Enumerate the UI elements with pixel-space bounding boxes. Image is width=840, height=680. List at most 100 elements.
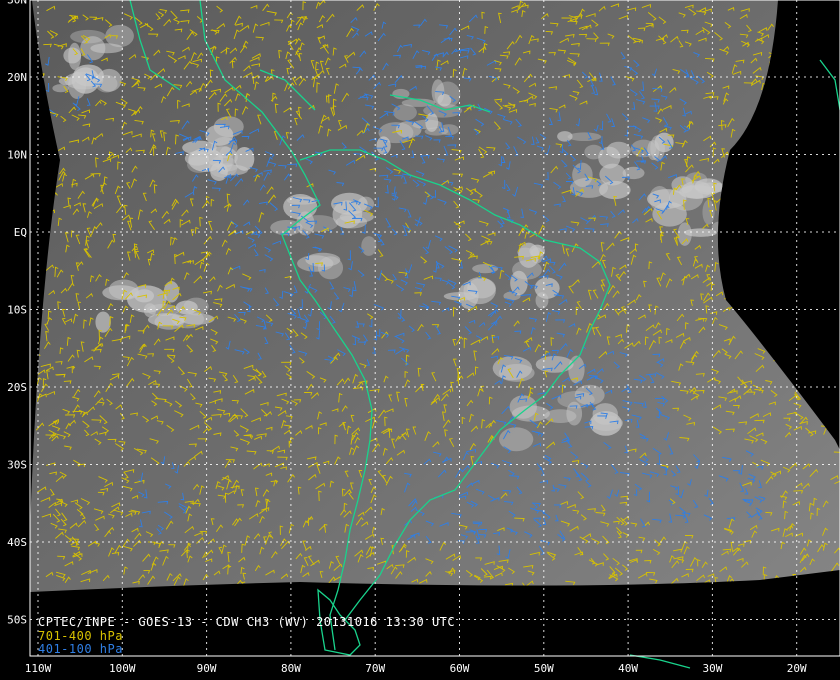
low-level-wind-barb <box>826 259 833 266</box>
low-level-wind-barb <box>786 350 796 358</box>
low-level-wind-barb <box>775 46 786 52</box>
low-level-wind-barb <box>823 86 831 95</box>
longitude-label: 60W <box>450 662 470 675</box>
low-level-wind-barb <box>739 177 744 185</box>
low-level-wind-barb <box>759 256 767 262</box>
low-level-wind-barb <box>40 257 47 262</box>
latitude-label: 40S <box>7 536 27 549</box>
low-level-wind-barb <box>47 192 52 203</box>
low-level-wind-barb <box>814 35 821 42</box>
low-level-wind-barb <box>800 173 804 181</box>
longitude-label: 30W <box>702 662 722 675</box>
latitude-label: 10N <box>7 149 27 162</box>
low-level-wind-barb <box>768 61 773 69</box>
low-level-wind-barb <box>43 200 51 205</box>
low-level-wind-barb <box>810 151 815 161</box>
low-level-wind-barb <box>38 254 43 262</box>
low-level-wind-barb <box>808 272 816 278</box>
low-level-wind-barb <box>39 197 45 205</box>
low-level-wind-barb <box>796 105 804 110</box>
cloud-patch <box>361 236 377 256</box>
low-level-wind-barb <box>795 217 805 224</box>
low-level-wind-barb <box>787 195 793 206</box>
low-level-wind-barb <box>787 121 795 129</box>
low-level-wind-barb <box>827 287 837 292</box>
low-level-wind-barb <box>811 90 821 98</box>
low-level-wind-barb <box>761 279 767 289</box>
low-level-wind-barb <box>780 171 790 178</box>
longitude-label: 50W <box>534 662 554 675</box>
cloud-patch <box>499 427 534 452</box>
low-level-wind-barb <box>828 423 838 429</box>
low-level-wind-barb <box>751 195 758 205</box>
low-level-wind-barb <box>807 66 816 70</box>
low-level-wind-barb <box>774 231 782 239</box>
low-level-wind-barb <box>750 186 758 196</box>
low-level-wind-barb <box>751 269 758 276</box>
low-level-wind-barb <box>824 158 832 163</box>
low-level-wind-barb <box>739 299 746 307</box>
low-level-wind-barb <box>830 330 839 335</box>
low-level-wind-barb <box>762 214 772 222</box>
low-level-wind-barb <box>761 202 766 210</box>
legend-low-level: 701-400 hPa <box>38 629 123 643</box>
cloud-patch <box>90 43 124 54</box>
latitude-label: 10S <box>7 304 27 317</box>
low-level-wind-barb <box>808 315 816 322</box>
low-level-wind-barb <box>729 231 736 240</box>
low-level-wind-barb <box>799 286 808 293</box>
low-level-wind-barb <box>723 183 730 193</box>
low-level-wind-barb <box>775 255 782 262</box>
low-level-wind-barb <box>691 582 699 589</box>
low-level-wind-barb <box>795 38 803 43</box>
map-title: CPTEC/INPE - GOES-13 - CDW CH3 (WV) 2013… <box>38 615 456 629</box>
cloud-patch <box>286 196 318 205</box>
low-level-wind-barb <box>780 237 789 245</box>
low-level-wind-barb <box>773 118 778 127</box>
low-level-wind-barb <box>786 236 792 247</box>
low-level-wind-barb <box>792 271 801 277</box>
low-level-wind-barb <box>790 255 795 264</box>
low-level-wind-barb <box>770 304 781 310</box>
latitude-label: EQ <box>14 226 27 239</box>
longitude-label: 40W <box>618 662 638 675</box>
cloud-patch <box>376 136 391 155</box>
latitude-label: 50S <box>7 614 27 627</box>
low-level-wind-barb <box>799 132 805 141</box>
low-level-wind-barb <box>748 273 756 281</box>
low-level-wind-barb <box>807 21 816 28</box>
low-level-wind-barb <box>801 141 806 150</box>
low-level-wind-barb <box>819 348 827 352</box>
low-level-wind-barb <box>824 173 828 181</box>
low-level-wind-barb <box>746 295 754 304</box>
low-level-wind-barb <box>818 332 827 339</box>
low-level-wind-barb <box>803 55 809 64</box>
low-level-wind-barb <box>725 278 730 289</box>
low-level-wind-barb <box>800 364 809 369</box>
cloud-patch <box>305 252 341 267</box>
water-vapor-image <box>30 0 840 592</box>
low-level-wind-barb <box>761 168 768 175</box>
low-level-wind-barb <box>767 166 777 174</box>
low-level-wind-barb <box>816 341 826 347</box>
low-level-wind-barb <box>721 194 727 204</box>
low-level-wind-barb <box>45 145 53 150</box>
longitude-label: 80W <box>281 662 301 675</box>
cloud-patch <box>147 313 186 327</box>
low-level-wind-barb <box>42 247 47 256</box>
low-level-wind-barb <box>818 201 827 207</box>
low-level-wind-barb <box>779 266 788 271</box>
low-level-wind-barb <box>792 210 797 220</box>
low-level-wind-barb <box>813 346 820 351</box>
low-level-wind-barb <box>789 339 798 345</box>
low-level-wind-barb <box>828 367 838 373</box>
low-level-wind-barb <box>815 109 822 120</box>
cloud-patch <box>184 151 210 166</box>
low-level-wind-barb <box>826 78 836 86</box>
low-level-wind-barb <box>790 283 799 288</box>
low-level-wind-barb <box>774 201 783 207</box>
latitude-label: 30N <box>7 0 27 7</box>
low-level-wind-barb <box>816 74 822 84</box>
low-level-wind-barb <box>779 143 788 150</box>
low-level-wind-barb <box>822 320 833 325</box>
